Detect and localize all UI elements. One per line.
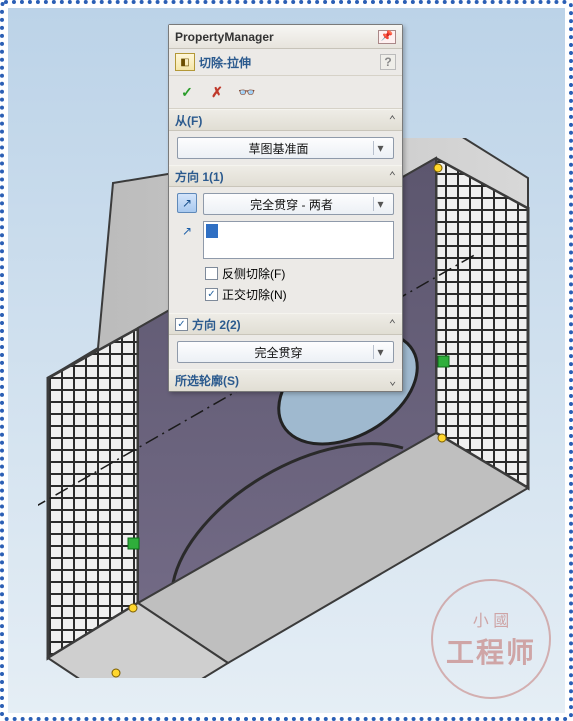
collapse-icon[interactable]: ⌃ bbox=[389, 169, 396, 183]
section-from-header[interactable]: 从(F) ⌃ bbox=[169, 109, 402, 131]
collapse-icon[interactable]: ⌃ bbox=[389, 113, 396, 127]
preview-button[interactable]: 👓 bbox=[237, 82, 257, 102]
from-select-value: 草图基准面 bbox=[184, 140, 373, 157]
help-button[interactable]: ? bbox=[380, 54, 396, 70]
chevron-down-icon: ▾ bbox=[373, 197, 387, 211]
dir1-selection-list[interactable] bbox=[203, 221, 394, 259]
section-dir1-body: ↗ 完全贯穿 - 两者 ▾ ↗ 反侧切除(F) 正交切除(N) bbox=[169, 187, 402, 313]
normal-cut-label: 正交切除(N) bbox=[222, 286, 287, 303]
section-dir2-body: 完全贯穿 ▾ bbox=[169, 335, 402, 369]
section-dir2-title: 方向 2(2) bbox=[192, 316, 241, 333]
dir1-endcondition-value: 完全贯穿 - 两者 bbox=[210, 196, 373, 213]
checkbox-icon bbox=[205, 267, 218, 280]
dir1-endcondition-select[interactable]: 完全贯穿 - 两者 ▾ bbox=[203, 193, 394, 215]
checkbox-icon bbox=[175, 318, 188, 331]
section-contours-title: 所选轮廓(S) bbox=[175, 372, 239, 389]
pin-icon[interactable]: 📌 bbox=[378, 30, 396, 44]
section-dir1-header[interactable]: 方向 1(1) ⌃ bbox=[169, 165, 402, 187]
dir2-enable-checkbox[interactable]: 方向 2(2) bbox=[175, 316, 241, 333]
reverse-direction-button[interactable]: ↗ bbox=[177, 193, 197, 213]
feature-name: 切除-拉伸 bbox=[199, 54, 251, 71]
section-dir2-header[interactable]: 方向 2(2) ⌃ bbox=[169, 313, 402, 335]
section-from-body: 草图基准面 ▾ bbox=[169, 131, 402, 165]
feature-header: ◧ 切除-拉伸 ? bbox=[169, 49, 402, 76]
section-dir1-title: 方向 1(1) bbox=[175, 168, 224, 185]
dir2-endcondition-value: 完全贯穿 bbox=[184, 344, 373, 361]
normal-cut-checkbox[interactable]: 正交切除(N) bbox=[205, 286, 394, 303]
cancel-button[interactable]: ✗ bbox=[207, 82, 227, 102]
flip-side-label: 反侧切除(F) bbox=[222, 265, 285, 282]
expand-icon[interactable]: ⌃ bbox=[389, 374, 396, 388]
property-manager-panel: PropertyManager 📌 ◧ 切除-拉伸 ? ✓ ✗ 👓 从(F) ⌃… bbox=[168, 24, 403, 392]
ok-button[interactable]: ✓ bbox=[177, 82, 197, 102]
collapse-icon[interactable]: ⌃ bbox=[389, 317, 396, 331]
from-select[interactable]: 草图基准面 ▾ bbox=[177, 137, 394, 159]
dir2-endcondition-select[interactable]: 完全贯穿 ▾ bbox=[177, 341, 394, 363]
direction-vector-icon[interactable]: ↗ bbox=[177, 221, 197, 241]
flip-side-checkbox[interactable]: 反侧切除(F) bbox=[205, 265, 394, 282]
pm-actions: ✓ ✗ 👓 bbox=[169, 76, 402, 109]
checkbox-icon bbox=[205, 288, 218, 301]
chevron-down-icon: ▾ bbox=[373, 345, 387, 359]
cut-extrude-icon: ◧ bbox=[175, 53, 195, 71]
section-from-title: 从(F) bbox=[175, 112, 202, 129]
chevron-down-icon: ▾ bbox=[373, 141, 387, 155]
list-item[interactable] bbox=[206, 224, 218, 238]
pm-titlebar[interactable]: PropertyManager 📌 bbox=[169, 25, 402, 49]
pm-title: PropertyManager bbox=[175, 30, 372, 44]
section-contours-header[interactable]: 所选轮廓(S) ⌃ bbox=[169, 369, 402, 391]
